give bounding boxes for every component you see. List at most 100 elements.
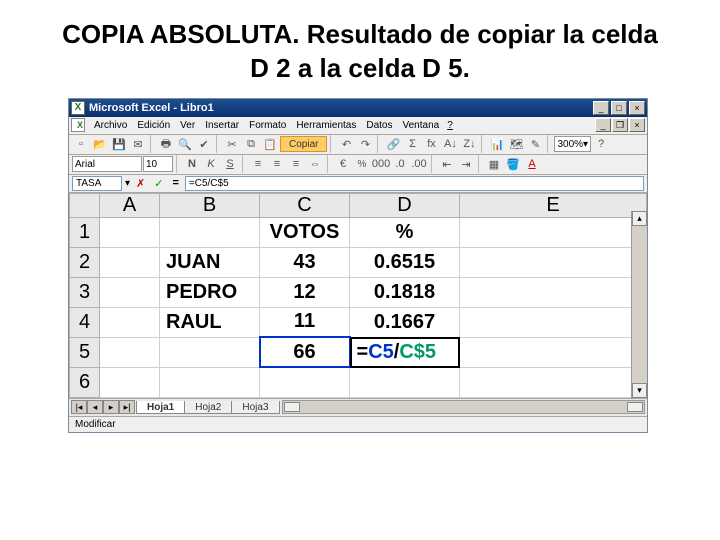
cell-B2[interactable]: JUAN (160, 247, 260, 277)
row-hdr-2[interactable]: 2 (70, 247, 100, 277)
cell-C3[interactable]: 12 (260, 277, 350, 307)
menu-datos[interactable]: Datos (361, 120, 397, 131)
italic-icon[interactable]: K (202, 155, 220, 173)
cell-C4[interactable]: 11 (260, 307, 350, 337)
cell-D5-editing[interactable]: =C5/C$5 (350, 337, 460, 367)
inc-dec-icon[interactable]: .0 (391, 155, 409, 173)
help-icon[interactable]: ? (592, 135, 610, 153)
cell-A1[interactable] (100, 217, 160, 247)
scroll-down-icon[interactable]: ▾ (632, 383, 647, 398)
sort-desc-icon[interactable]: Z↓ (460, 135, 478, 153)
tab-next-icon[interactable]: ▸ (103, 400, 119, 414)
doc-restore-button[interactable]: ❐ (612, 118, 628, 132)
drawing-icon[interactable]: ✎ (526, 135, 544, 153)
save-icon[interactable]: 💾 (110, 135, 128, 153)
percent-icon[interactable]: % (353, 155, 371, 173)
close-button[interactable]: × (629, 101, 645, 115)
copy-icon[interactable]: ⧉ (242, 135, 260, 153)
font-color-icon[interactable]: A (523, 155, 541, 173)
row-hdr-1[interactable]: 1 (70, 217, 100, 247)
print-icon[interactable]: 🖶 (157, 135, 175, 153)
cell-B3[interactable]: PEDRO (160, 277, 260, 307)
spell-icon[interactable]: ✔ (195, 135, 213, 153)
row-hdr-3[interactable]: 3 (70, 277, 100, 307)
dec-dec-icon[interactable]: .00 (410, 155, 428, 173)
font-combo[interactable]: Arial (72, 156, 142, 172)
menu-help[interactable]: ? (444, 120, 456, 131)
cell-D6[interactable] (350, 367, 460, 397)
map-icon[interactable]: 🗺 (507, 135, 525, 153)
tab-first-icon[interactable]: |◂ (71, 400, 87, 414)
cell-B1[interactable] (160, 217, 260, 247)
align-left-icon[interactable]: ≡ (249, 155, 267, 173)
equals-icon[interactable]: = (169, 177, 181, 189)
link-icon[interactable]: 🔗 (384, 135, 402, 153)
cell-D3[interactable]: 0.1818 (350, 277, 460, 307)
cell-E3[interactable] (460, 277, 647, 307)
maximize-button[interactable]: □ (611, 101, 627, 115)
cell-A5[interactable] (100, 337, 160, 367)
bold-icon[interactable]: N (183, 155, 201, 173)
redo-icon[interactable]: ↷ (356, 135, 374, 153)
cell-D2[interactable]: 0.6515 (350, 247, 460, 277)
menu-formato[interactable]: Formato (244, 120, 291, 131)
undo-icon[interactable]: ↶ (337, 135, 355, 153)
col-D[interactable]: D (350, 193, 460, 217)
preview-icon[interactable]: 🔍 (176, 135, 194, 153)
underline-icon[interactable]: S (221, 155, 239, 173)
horizontal-scrollbar[interactable] (282, 400, 645, 414)
cut-icon[interactable]: ✂ (223, 135, 241, 153)
menu-herramientas[interactable]: Herramientas (291, 120, 361, 131)
paste-icon[interactable]: 📋 (261, 135, 279, 153)
row-hdr-5[interactable]: 5 (70, 337, 100, 367)
minimize-button[interactable]: _ (593, 101, 609, 115)
align-right-icon[interactable]: ≡ (287, 155, 305, 173)
cell-B5[interactable] (160, 337, 260, 367)
menu-ventana[interactable]: Ventana (397, 120, 444, 131)
tab-last-icon[interactable]: ▸| (119, 400, 135, 414)
menu-edicion[interactable]: Edición (132, 120, 175, 131)
cell-E6[interactable] (460, 367, 647, 397)
enter-icon[interactable]: ✓ (151, 177, 166, 190)
col-A[interactable]: A (100, 193, 160, 217)
indent-dec-icon[interactable]: ⇤ (438, 155, 456, 173)
cancel-icon[interactable]: ✗ (133, 177, 148, 190)
mail-icon[interactable]: ✉ (129, 135, 147, 153)
formula-input[interactable]: =C5/C$5 (185, 176, 644, 191)
cell-C5[interactable]: 66 (260, 337, 350, 367)
menu-insertar[interactable]: Insertar (200, 120, 244, 131)
col-C[interactable]: C (260, 193, 350, 217)
cell-E1[interactable] (460, 217, 647, 247)
select-all[interactable] (70, 193, 100, 217)
cell-B6[interactable] (160, 367, 260, 397)
fx-icon[interactable]: fx (422, 135, 440, 153)
new-icon[interactable]: ▫ (72, 135, 90, 153)
menu-archivo[interactable]: Archivo (89, 120, 132, 131)
cell-E5[interactable] (460, 337, 647, 367)
cell-C2[interactable]: 43 (260, 247, 350, 277)
doc-close-button[interactable]: × (629, 118, 645, 132)
cell-B4[interactable]: RAUL (160, 307, 260, 337)
row-hdr-6[interactable]: 6 (70, 367, 100, 397)
currency-icon[interactable]: € (334, 155, 352, 173)
vertical-scrollbar[interactable]: ▴ ▾ (631, 211, 647, 398)
col-E[interactable]: E (460, 193, 647, 217)
sum-icon[interactable]: Σ (403, 135, 421, 153)
open-icon[interactable]: 📂 (91, 135, 109, 153)
borders-icon[interactable]: ▦ (485, 155, 503, 173)
sheet-tab-hoja1[interactable]: Hoja1 (136, 401, 185, 414)
align-center-icon[interactable]: ≡ (268, 155, 286, 173)
merge-icon[interactable]: ⇔ (306, 155, 324, 173)
row-hdr-4[interactable]: 4 (70, 307, 100, 337)
cell-C6[interactable] (260, 367, 350, 397)
fill-color-icon[interactable]: 🪣 (504, 155, 522, 173)
cell-E2[interactable] (460, 247, 647, 277)
thousands-icon[interactable]: 000 (372, 155, 390, 173)
size-combo[interactable]: 10 (143, 156, 173, 172)
cell-C1[interactable]: VOTOS (260, 217, 350, 247)
cell-A3[interactable] (100, 277, 160, 307)
cell-A6[interactable] (100, 367, 160, 397)
zoom-combo[interactable]: 300% ▾ (554, 136, 591, 152)
cell-A4[interactable] (100, 307, 160, 337)
doc-minimize-button[interactable]: _ (595, 118, 611, 132)
